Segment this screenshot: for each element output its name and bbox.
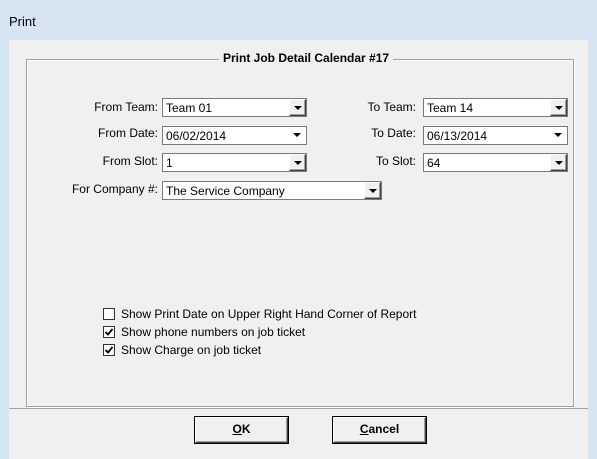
to-date-value: 06/13/2014 <box>427 129 488 143</box>
chevron-down-icon[interactable] <box>550 154 567 171</box>
to-slot-value: 64 <box>427 156 441 170</box>
dialog-body: Print Job Detail Calendar #17 From Team:… <box>9 40 588 459</box>
checkmark-icon <box>104 328 114 336</box>
chevron-down-icon[interactable] <box>289 127 306 144</box>
print-options-group: Print Job Detail Calendar #17 From Team:… <box>26 51 574 407</box>
window-title: Print <box>9 14 36 29</box>
from-team-label: From Team: <box>94 100 158 114</box>
print-date-checkbox[interactable] <box>103 308 115 320</box>
ok-button[interactable]: OK <box>195 417 288 443</box>
print-date-option-label[interactable]: Show Print Date on Upper Right Hand Corn… <box>121 307 416 321</box>
company-select[interactable]: The Service Company <box>162 181 382 200</box>
from-slot-label: From Slot: <box>102 154 158 168</box>
to-team-value: Team 14 <box>427 101 474 115</box>
from-slot-value: 1 <box>166 156 173 170</box>
charge-checkbox[interactable] <box>103 344 115 356</box>
charge-option-label[interactable]: Show Charge on job ticket <box>121 343 261 357</box>
to-slot-label: To Slot: <box>375 154 416 168</box>
to-date-picker[interactable]: 06/13/2014 <box>423 126 568 145</box>
ok-mnemonic: O <box>232 422 242 436</box>
company-value: The Service Company <box>166 184 285 198</box>
title-bar[interactable]: Print <box>0 0 597 40</box>
chevron-down-icon[interactable] <box>550 99 567 116</box>
cancel-label-rest: ancel <box>368 422 400 436</box>
to-slot-select[interactable]: 64 <box>423 153 568 172</box>
cancel-button[interactable]: Cancel <box>333 417 426 443</box>
to-team-select[interactable]: Team 14 <box>423 98 568 117</box>
phone-numbers-checkbox[interactable] <box>103 326 115 338</box>
from-date-label: From Date: <box>97 126 158 140</box>
chevron-down-icon[interactable] <box>289 99 306 116</box>
to-date-label: To Date: <box>371 126 416 140</box>
from-team-value: Team 01 <box>166 101 213 115</box>
from-team-select[interactable]: Team 01 <box>162 98 307 117</box>
chevron-down-icon[interactable] <box>550 127 567 144</box>
from-date-picker[interactable]: 06/02/2014 <box>162 126 307 145</box>
chevron-down-icon[interactable] <box>364 182 381 199</box>
group-title: Print Job Detail Calendar #17 <box>219 51 394 65</box>
from-date-value: 06/02/2014 <box>166 129 227 143</box>
phone-numbers-option-label[interactable]: Show phone numbers on job ticket <box>121 325 305 339</box>
to-team-label: To Team: <box>367 100 416 114</box>
chevron-down-icon[interactable] <box>289 154 306 171</box>
from-slot-select[interactable]: 1 <box>162 153 307 172</box>
company-label: For Company #: <box>71 182 158 196</box>
ok-label-rest: K <box>241 422 251 436</box>
print-dialog: Print Print Job Detail Calendar #17 From… <box>0 0 597 459</box>
checkmark-icon <box>104 346 114 354</box>
divider <box>9 408 588 409</box>
